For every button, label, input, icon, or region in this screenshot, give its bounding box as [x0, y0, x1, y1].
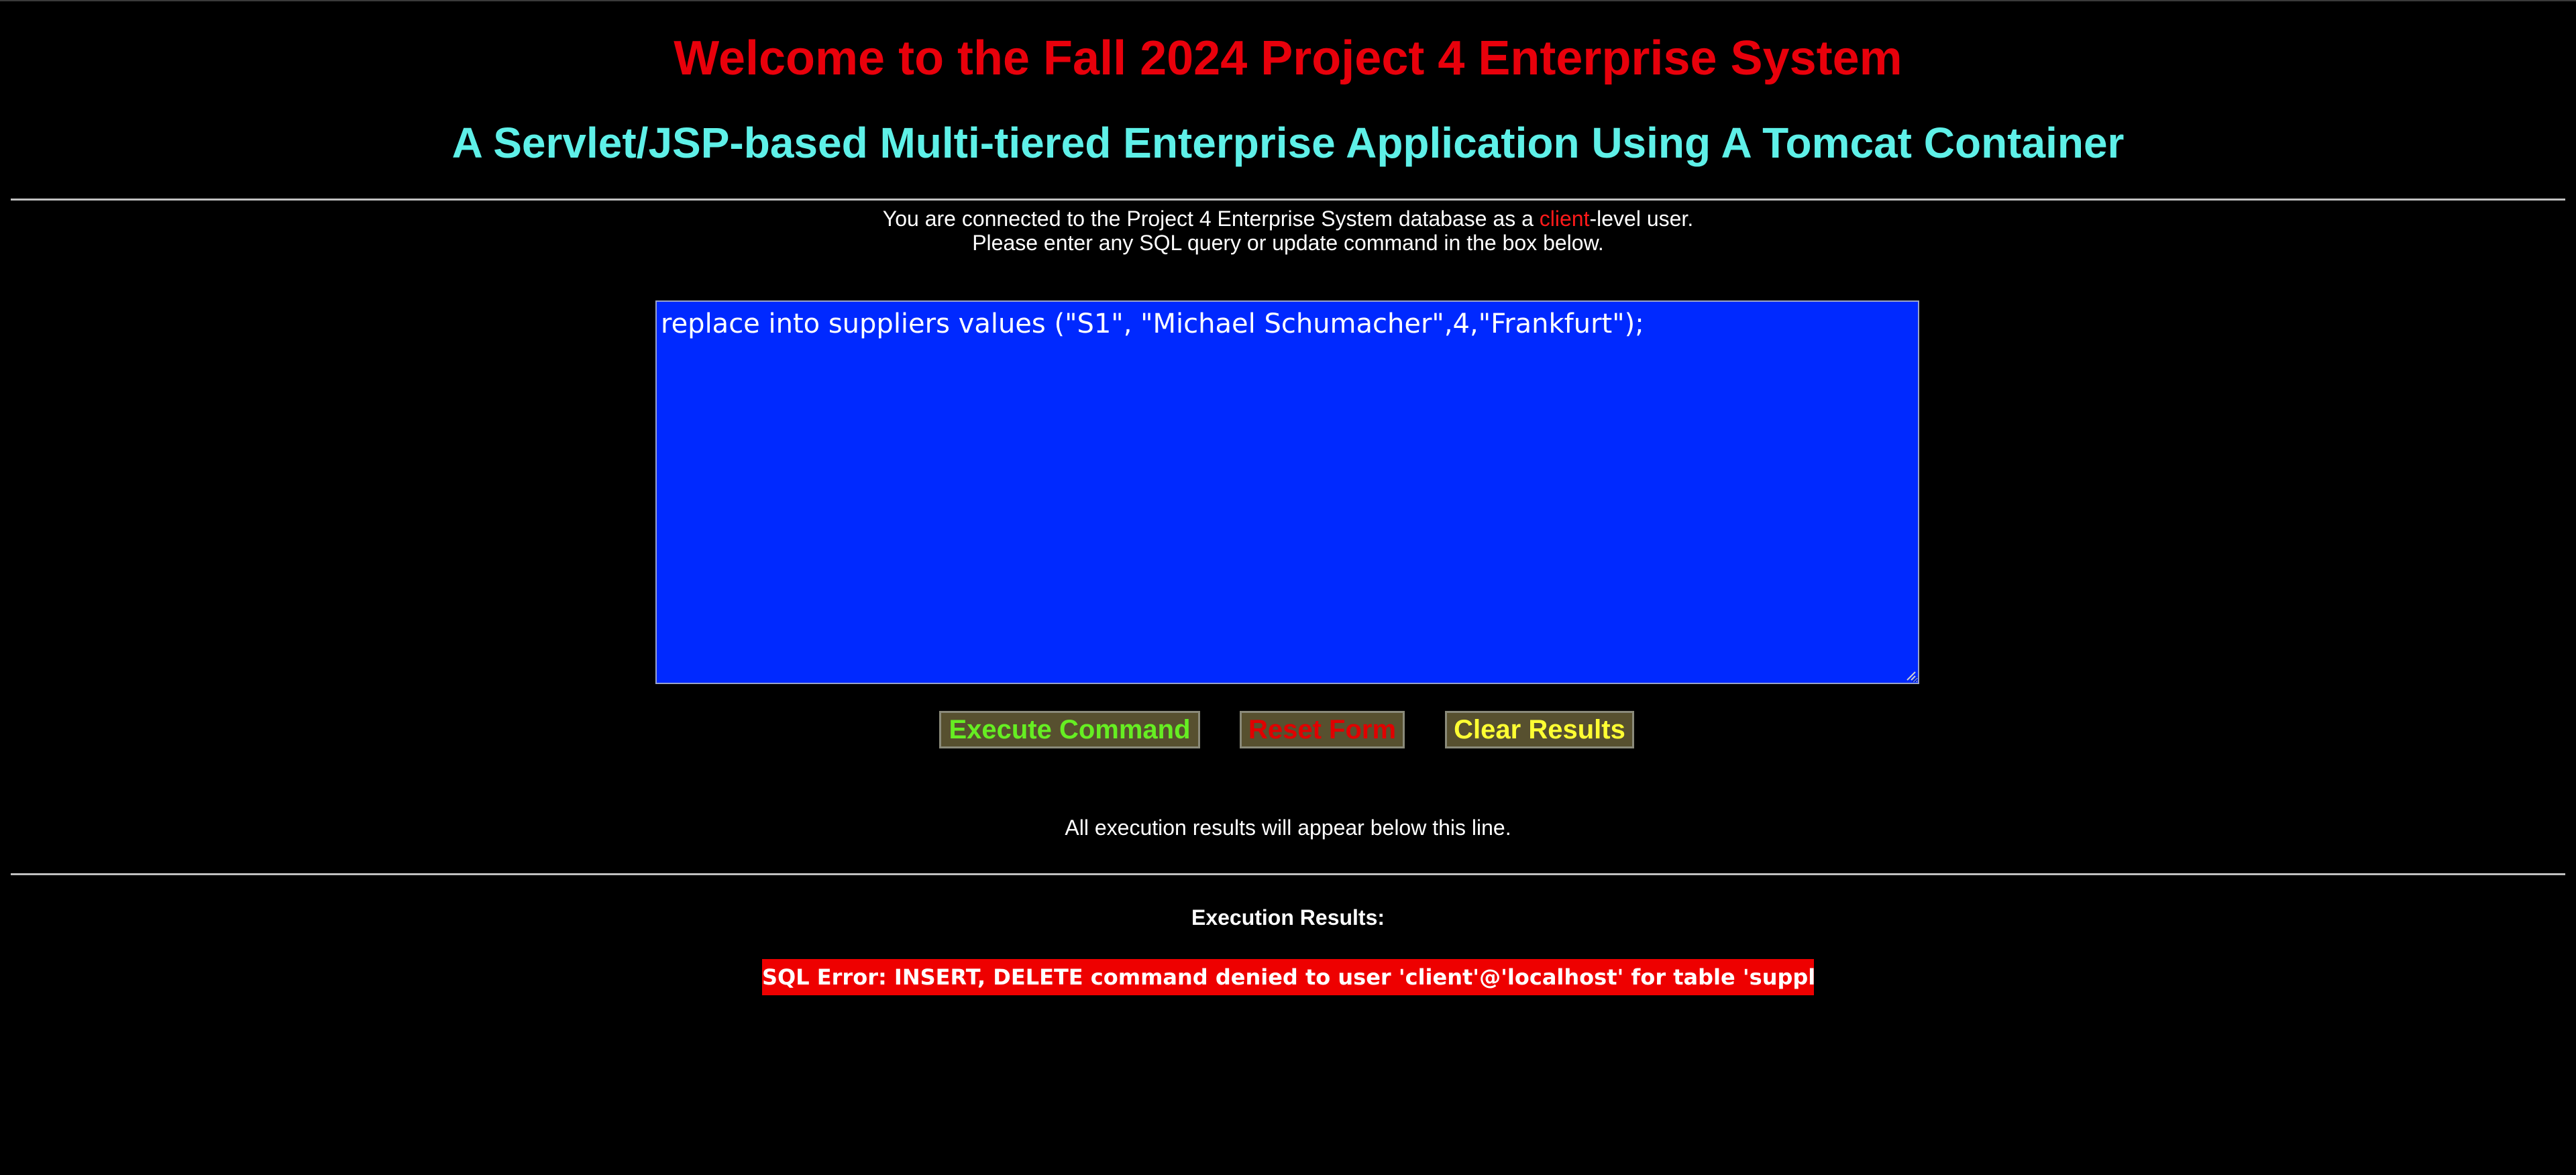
sql-query-input[interactable] — [655, 300, 1919, 684]
results-divider — [11, 873, 2565, 875]
sql-error-message: SQL Error: INSERT, DELETE command denied… — [762, 959, 1814, 995]
connection-text-after: -level user. — [1589, 207, 1694, 231]
connection-info-line2: Please enter any SQL query or update com… — [972, 231, 1604, 255]
connection-info: You are connected to the Project 4 Enter… — [0, 207, 2576, 255]
results-heading: Execution Results: — [1191, 905, 1385, 930]
user-level-label: client — [1539, 207, 1590, 231]
clear-results-button[interactable]: Clear Results — [1445, 711, 1634, 748]
page-title: Welcome to the Fall 2024 Project 4 Enter… — [674, 32, 1902, 85]
connection-text-before: You are connected to the Project 4 Enter… — [882, 207, 1540, 231]
results-note: All execution results will appear below … — [1065, 816, 1511, 840]
top-edge-line — [0, 0, 2576, 1]
resize-grip-icon[interactable] — [1905, 670, 1916, 681]
resize-grip-svg — [1907, 671, 1916, 681]
execute-command-button[interactable]: Execute Command — [939, 711, 1200, 748]
top-divider — [11, 199, 2565, 201]
connection-info-line1: You are connected to the Project 4 Enter… — [0, 207, 2576, 231]
page-subtitle: A Servlet/JSP-based Multi-tiered Enterpr… — [451, 119, 2125, 167]
reset-form-button[interactable]: Reset Form — [1240, 711, 1405, 748]
